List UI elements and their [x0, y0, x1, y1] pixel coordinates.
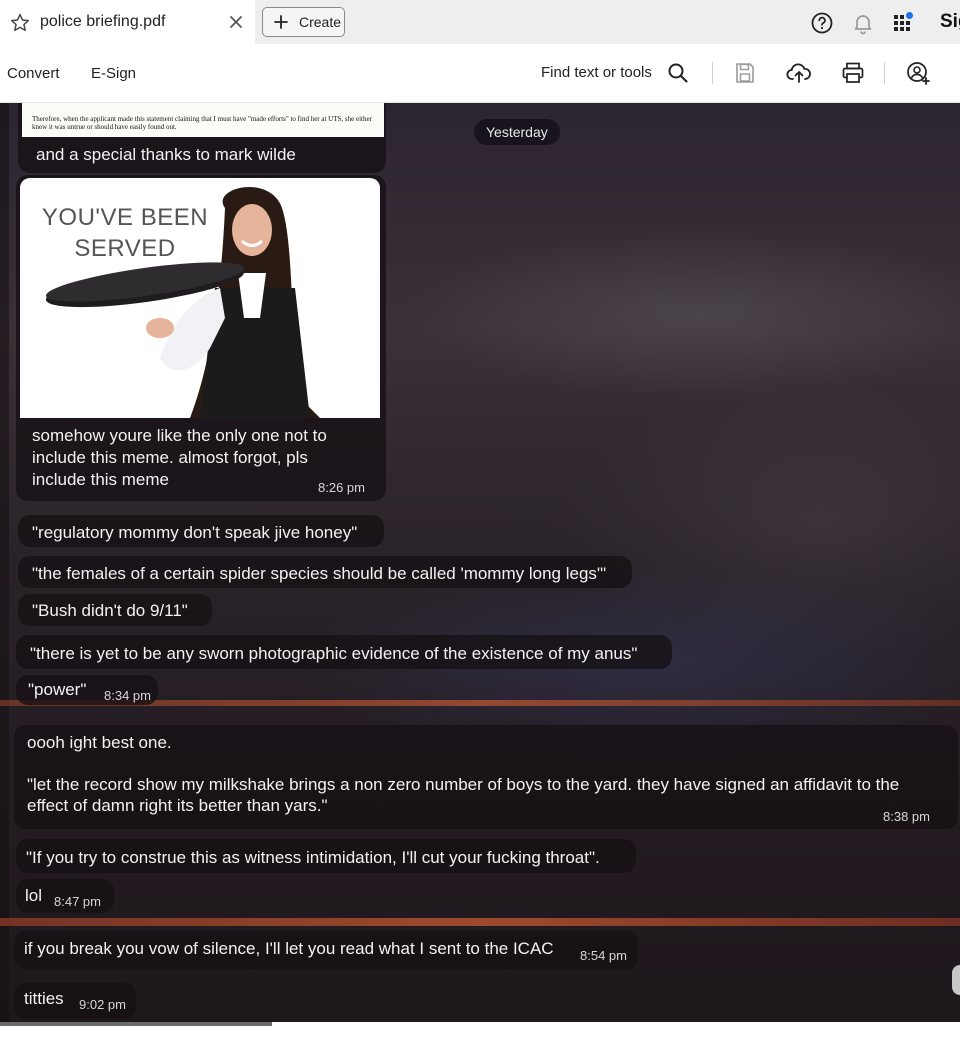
sign-in-label[interactable]: Sig [940, 11, 960, 33]
horizontal-scrollbar[interactable] [0, 1022, 272, 1026]
message-timestamp: 8:26 pm [318, 480, 365, 495]
scroll-handle[interactable] [952, 965, 960, 995]
message-text: "If you try to construe this as witness … [26, 848, 600, 867]
apps-icon[interactable] [891, 11, 915, 35]
help-icon[interactable] [810, 11, 834, 35]
message-text: "there is yet to be any sworn photograph… [30, 644, 638, 663]
message-text: "regulatory mommy don't speak jive honey… [32, 523, 358, 542]
message-bubble: oooh ight best one. "let the record show… [14, 725, 958, 829]
share-user-icon[interactable] [905, 60, 931, 86]
message-bubble: "If you try to construe this as witness … [16, 839, 636, 873]
message-bubble: if you break you vow of silence, I'll le… [14, 931, 638, 969]
message-bubble: "power" 8:34 pm [16, 675, 158, 705]
plus-icon [274, 15, 288, 29]
message-timestamp: 8:38 pm [883, 809, 930, 824]
search-icon[interactable] [665, 60, 691, 86]
message-bubble: titties 9:02 pm [14, 983, 136, 1019]
message-text: include this meme [32, 470, 170, 489]
toolbar-divider [884, 62, 885, 84]
message-text: if you break you vow of silence, I'll le… [24, 939, 554, 958]
document-excerpt-image: Therefore, when the applicant made this … [22, 103, 384, 137]
message-text: effect of damn right its better than yar… [27, 796, 328, 815]
message-text: lol [25, 886, 43, 905]
message-timestamp: 9:02 pm [79, 997, 126, 1012]
menu-esign[interactable]: E-Sign [91, 65, 136, 82]
message-bubble: "the females of a certain spider species… [18, 556, 632, 588]
message-text: oooh ight best one. [27, 733, 172, 752]
message-bubble: Therefore, when the applicant made this … [18, 103, 386, 173]
message-text: "Bush didn't do 9/11" [32, 601, 188, 620]
find-text-or-tools[interactable]: Find text or tools [541, 64, 652, 81]
message-timestamp: 8:47 pm [54, 894, 101, 909]
upload-cloud-icon[interactable] [786, 60, 812, 86]
toolbar-divider [712, 62, 713, 84]
message-text: somehow youre like the only one not to [32, 426, 327, 445]
save-icon[interactable] [732, 60, 758, 86]
menu-convert[interactable]: Convert [7, 65, 60, 82]
meme-image: YOU'VE BEEN SERVED [20, 178, 380, 418]
document-page[interactable]: Therefore, when the applicant made this … [0, 103, 960, 1022]
message-text: include this meme. almost forgot, pls [32, 448, 308, 467]
message-text: "the females of a certain spider species… [32, 564, 607, 583]
message-bubble: "regulatory mommy don't speak jive honey… [18, 515, 384, 547]
message-timestamp: 8:54 pm [580, 948, 627, 963]
date-divider: Yesterday [474, 119, 560, 145]
create-button[interactable]: Create [262, 7, 345, 37]
meme-caption: YOU'VE BEEN SERVED [41, 204, 209, 262]
message-bubble: lol 8:47 pm [16, 879, 114, 913]
scan-streak [0, 918, 960, 926]
message-text: "power" [28, 680, 87, 699]
message-text: titties [24, 989, 64, 1008]
star-icon[interactable] [9, 12, 31, 34]
tab-title: police briefing.pdf [40, 13, 166, 30]
message-text: "let the record show my milkshake brings… [27, 775, 900, 794]
bell-icon[interactable] [851, 11, 875, 35]
document-tab[interactable]: police briefing.pdf [0, 0, 255, 44]
message-text: and a special thanks to mark wilde [36, 145, 296, 164]
message-timestamp: 8:34 pm [104, 688, 151, 703]
print-icon[interactable] [840, 60, 866, 86]
page-edge [0, 103, 9, 1022]
tab-bar: police briefing.pdf Create Sig [0, 0, 960, 45]
close-icon[interactable] [226, 12, 246, 32]
message-bubble: "there is yet to be any sworn photograph… [16, 635, 672, 669]
document-excerpt-text: Therefore, when the applicant made this … [32, 115, 372, 131]
document-toolbar: Convert E-Sign Find text or tools [0, 44, 960, 103]
create-label: Create [299, 14, 342, 30]
message-bubble: "Bush didn't do 9/11" [18, 594, 212, 626]
